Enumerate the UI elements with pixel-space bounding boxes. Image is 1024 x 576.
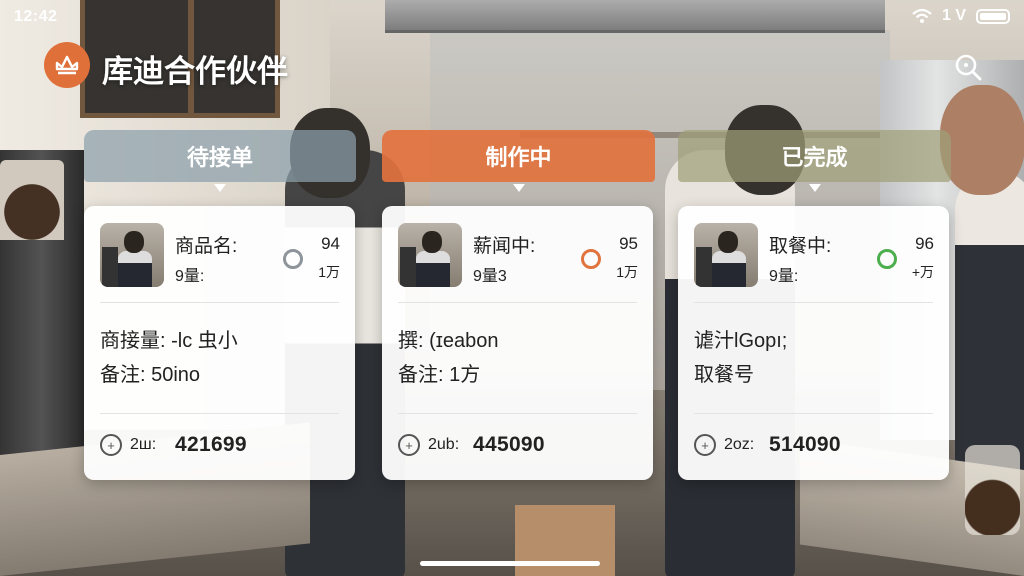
order-title: 薪闻中: — [473, 236, 536, 257]
divider — [694, 302, 933, 303]
order-number: 96 — [915, 234, 934, 253]
status-ring-icon — [581, 249, 601, 269]
order-title: 商品名: — [175, 236, 238, 257]
order-card-completed[interactable]: 取餐中: 9量: 96 +万 谑汁lGopı; 取餐号 + 2oz: 51409… — [678, 206, 949, 480]
tab-label: 已完成 — [781, 145, 848, 170]
tab-pending[interactable]: 待接单 — [84, 130, 356, 192]
product-thumbnail — [398, 223, 462, 287]
order-subnumber: 1万 — [318, 264, 340, 280]
order-footer-value: 514090 — [769, 433, 841, 456]
status-time: 12:42 — [14, 8, 58, 25]
search-button[interactable] — [953, 52, 983, 82]
divider — [694, 413, 933, 414]
plus-circle-icon[interactable]: + — [694, 434, 716, 456]
order-card-pending[interactable]: 商品名: 9量: 94 1万 商接量: ‐lc 虫小 备注: 50ino + 2… — [84, 206, 355, 480]
product-thumbnail — [100, 223, 164, 287]
divider — [398, 302, 637, 303]
product-thumbnail — [694, 223, 758, 287]
order-footer-value: 421699 — [175, 433, 247, 456]
status-ring-icon — [283, 249, 303, 269]
tab-pointer — [808, 184, 821, 192]
tab-completed[interactable]: 已完成 — [678, 130, 951, 192]
plus-circle-icon[interactable]: + — [100, 434, 122, 456]
order-detail: 撰: (ɪeabon — [398, 330, 499, 352]
search-icon — [955, 54, 982, 81]
order-quantity: 9量: — [769, 268, 799, 285]
order-quantity: 9量: — [175, 268, 205, 285]
tab-label: 制作中 — [485, 145, 552, 170]
order-quantity: 9量3 — [473, 268, 507, 285]
order-note: 备注: 1方 — [398, 364, 481, 386]
tab-in-progress[interactable]: 制作中 — [382, 130, 655, 192]
divider — [100, 413, 339, 414]
status-icons: 1 V — [912, 7, 1010, 25]
order-detail: 商接量: ‐lc 虫小 — [100, 330, 238, 352]
divider — [398, 413, 637, 414]
status-network-text: 1 V — [941, 7, 966, 24]
tab-label: 待接单 — [186, 145, 253, 170]
order-footer-label: 2ш: — [130, 436, 157, 453]
order-card-in-progress[interactable]: 薪闻中: 9量3 95 1万 撰: (ɪeabon 备注: 1方 + 2ub: … — [382, 206, 653, 480]
plus-circle-icon[interactable]: + — [398, 434, 420, 456]
order-note: 取餐号 — [694, 364, 754, 386]
order-number: 94 — [321, 234, 340, 253]
tab-pointer — [214, 184, 226, 192]
order-detail: 谑汁lGopı; — [694, 330, 788, 352]
battery-icon — [976, 8, 1010, 24]
order-subnumber: +万 — [911, 264, 934, 280]
tab-pointer — [512, 184, 525, 192]
order-subnumber: 1万 — [616, 264, 638, 280]
app-logo — [44, 42, 90, 88]
status-bar: 12:42 1 V — [0, 0, 1024, 32]
app-title: 库迪合作伙伴 — [102, 54, 288, 89]
order-number: 95 — [619, 234, 638, 253]
order-footer-label: 2ub: — [428, 436, 460, 453]
order-note: 备注: 50ino — [100, 364, 201, 386]
divider — [100, 302, 339, 303]
status-ring-icon — [877, 249, 897, 269]
wifi-icon — [912, 8, 932, 23]
home-indicator[interactable] — [420, 561, 600, 566]
order-footer-value: 445090 — [473, 433, 545, 456]
crown-logo-icon — [55, 55, 79, 75]
order-title: 取餐中: — [769, 236, 832, 257]
order-footer-label: 2oz: — [724, 436, 755, 453]
